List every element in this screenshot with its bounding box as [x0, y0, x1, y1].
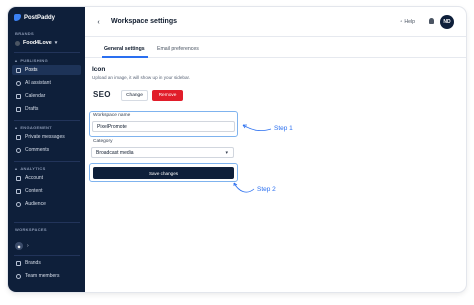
sidebar-item-drafts[interactable]: Drafts — [12, 104, 81, 114]
audience-icon — [16, 201, 21, 207]
sidebar-item-team-members[interactable]: Team members — [12, 271, 81, 281]
sidebar-divider — [14, 52, 80, 53]
workspace-icon: ◆ — [17, 243, 21, 249]
sidebar-divider — [14, 161, 80, 162]
remove-icon-button[interactable]: Remove — [152, 90, 183, 101]
save-button-highlight: Save changes — [89, 163, 238, 182]
step-1-arrow — [242, 124, 272, 132]
workspace-name-field[interactable]: PixelPromote — [92, 121, 235, 132]
sidebar-item-private-messages[interactable]: Private messages — [12, 132, 81, 142]
help-icon: ▫ — [400, 19, 403, 25]
posts-icon — [16, 67, 21, 73]
app-window: PostPaddy BRANDS Food4Love ▾ ▴ PUBLISHIN… — [8, 7, 466, 292]
category-select[interactable]: Broadcast media ▾ — [91, 147, 234, 158]
workspace-icon-preview: SEO — [93, 90, 111, 99]
bell-icon[interactable] — [429, 18, 434, 24]
step-2-label: Step 2 — [257, 186, 276, 193]
message-icon — [16, 134, 21, 140]
step-2-arrow — [233, 182, 255, 193]
page-title: Workspace settings — [111, 18, 178, 25]
sparkle-icon — [16, 80, 21, 86]
chevron-down-icon: ▾ — [225, 150, 228, 156]
content-icon — [16, 188, 21, 194]
change-icon-button[interactable]: Change — [121, 90, 148, 101]
back-arrow-icon[interactable]: ‹ — [94, 18, 103, 27]
sidebar-divider — [14, 255, 80, 256]
tab-email-preferences[interactable]: Email preferences — [157, 46, 199, 52]
brands-icon — [16, 260, 21, 266]
brand-avatar — [15, 40, 20, 46]
brands-label: BRANDS — [15, 31, 34, 36]
sidebar-item-posts[interactable]: Posts — [12, 65, 81, 75]
chevron-up-icon: ▴ — [15, 125, 18, 130]
sidebar-item-calendar[interactable]: Calendar — [12, 91, 81, 101]
sidebar-divider — [14, 222, 80, 223]
workspace-name-label: Workspace name — [93, 113, 131, 118]
step-1-arrowhead — [242, 124, 247, 129]
step-1-label: Step 1 — [274, 125, 293, 132]
user-avatar[interactable]: ND — [440, 15, 454, 29]
team-icon — [16, 273, 21, 279]
sidebar-item-comments[interactable]: Comments — [12, 145, 81, 155]
workspace-avatar[interactable]: ◆ — [15, 242, 23, 250]
category-label: Category — [93, 139, 113, 144]
logo-icon — [14, 14, 21, 21]
sidebar-item-audience[interactable]: Audience — [12, 199, 81, 209]
drafts-icon — [16, 106, 21, 112]
brand-selector[interactable]: Food4Love ▾ — [15, 40, 57, 46]
nav-group-publishing[interactable]: ▴ PUBLISHING — [15, 58, 48, 63]
icon-section-subtitle: Upload an image, it will show up in your… — [92, 75, 191, 80]
tab-general-settings[interactable]: General settings — [104, 46, 145, 52]
save-changes-button[interactable]: Save changes — [93, 167, 234, 179]
sidebar-item-brands[interactable]: Brands — [12, 258, 81, 268]
comment-icon — [16, 147, 21, 153]
step-2-arrowhead — [233, 182, 238, 186]
main-content: Icon Upload an image, it will show up in… — [85, 58, 466, 292]
category-value: Broadcast media — [96, 149, 134, 156]
workspaces-label: WORKSPACES — [15, 227, 47, 232]
sidebar-item-content[interactable]: Content — [12, 186, 81, 196]
sidebar-item-account[interactable]: Account — [12, 173, 81, 183]
brand-name: Food4Love — [23, 40, 52, 46]
chevron-right-icon[interactable]: › — [27, 243, 29, 249]
nav-group-engagement[interactable]: ▴ ENGAGEMENT — [15, 125, 52, 130]
nav-group-analytics[interactable]: ▴ ANALYTICS — [15, 166, 46, 171]
workspace-name-highlight: Workspace name PixelPromote — [89, 111, 238, 137]
top-header: ‹ Workspace settings ▫ Help ND — [85, 7, 466, 37]
sidebar: PostPaddy BRANDS Food4Love ▾ ▴ PUBLISHIN… — [8, 7, 85, 292]
settings-tabs: General settings Email preferences — [85, 37, 466, 58]
sidebar-item-ai-assistant[interactable]: AI assistant — [12, 78, 81, 88]
icon-section-title: Icon — [92, 66, 106, 73]
app-logo[interactable]: PostPaddy — [14, 14, 55, 21]
chevron-up-icon: ▴ — [15, 58, 18, 63]
chevron-up-icon: ▴ — [15, 166, 18, 171]
help-button[interactable]: ▫ Help — [400, 19, 415, 25]
sidebar-divider — [14, 120, 80, 121]
account-chart-icon — [16, 175, 21, 181]
logo-text: PostPaddy — [24, 14, 56, 21]
chevron-down-icon: ▾ — [54, 40, 58, 46]
calendar-icon — [16, 93, 21, 99]
